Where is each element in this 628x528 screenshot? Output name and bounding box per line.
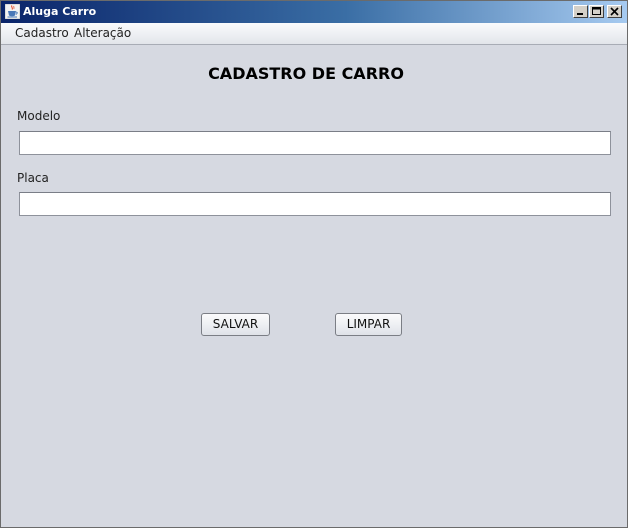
maximize-button[interactable] xyxy=(589,5,604,18)
minimize-icon xyxy=(577,13,583,15)
placa-input[interactable] xyxy=(19,192,611,216)
modelo-input[interactable] xyxy=(19,131,611,155)
minimize-button[interactable] xyxy=(573,5,588,18)
menu-bar: Cadastro Alteração xyxy=(1,23,627,45)
limpar-button[interactable]: LIMPAR xyxy=(335,313,402,336)
form-title: CADASTRO DE CARRO xyxy=(208,64,404,83)
placa-label: Placa xyxy=(17,171,49,185)
maximize-icon xyxy=(592,7,601,15)
title-bar[interactable]: Aluga Carro xyxy=(1,1,627,23)
menu-alteracao[interactable]: Alteração xyxy=(74,26,131,41)
app-window: Aluga Carro Cadastro Alteração CADASTRO … xyxy=(0,0,628,528)
window-title: Aluga Carro xyxy=(23,5,97,18)
modelo-label: Modelo xyxy=(17,109,61,123)
java-coffee-cup-icon xyxy=(5,4,20,19)
close-button[interactable] xyxy=(607,5,622,18)
salvar-button[interactable]: SALVAR xyxy=(201,313,270,336)
menu-cadastro[interactable]: Cadastro xyxy=(15,26,69,41)
close-icon xyxy=(610,7,619,16)
